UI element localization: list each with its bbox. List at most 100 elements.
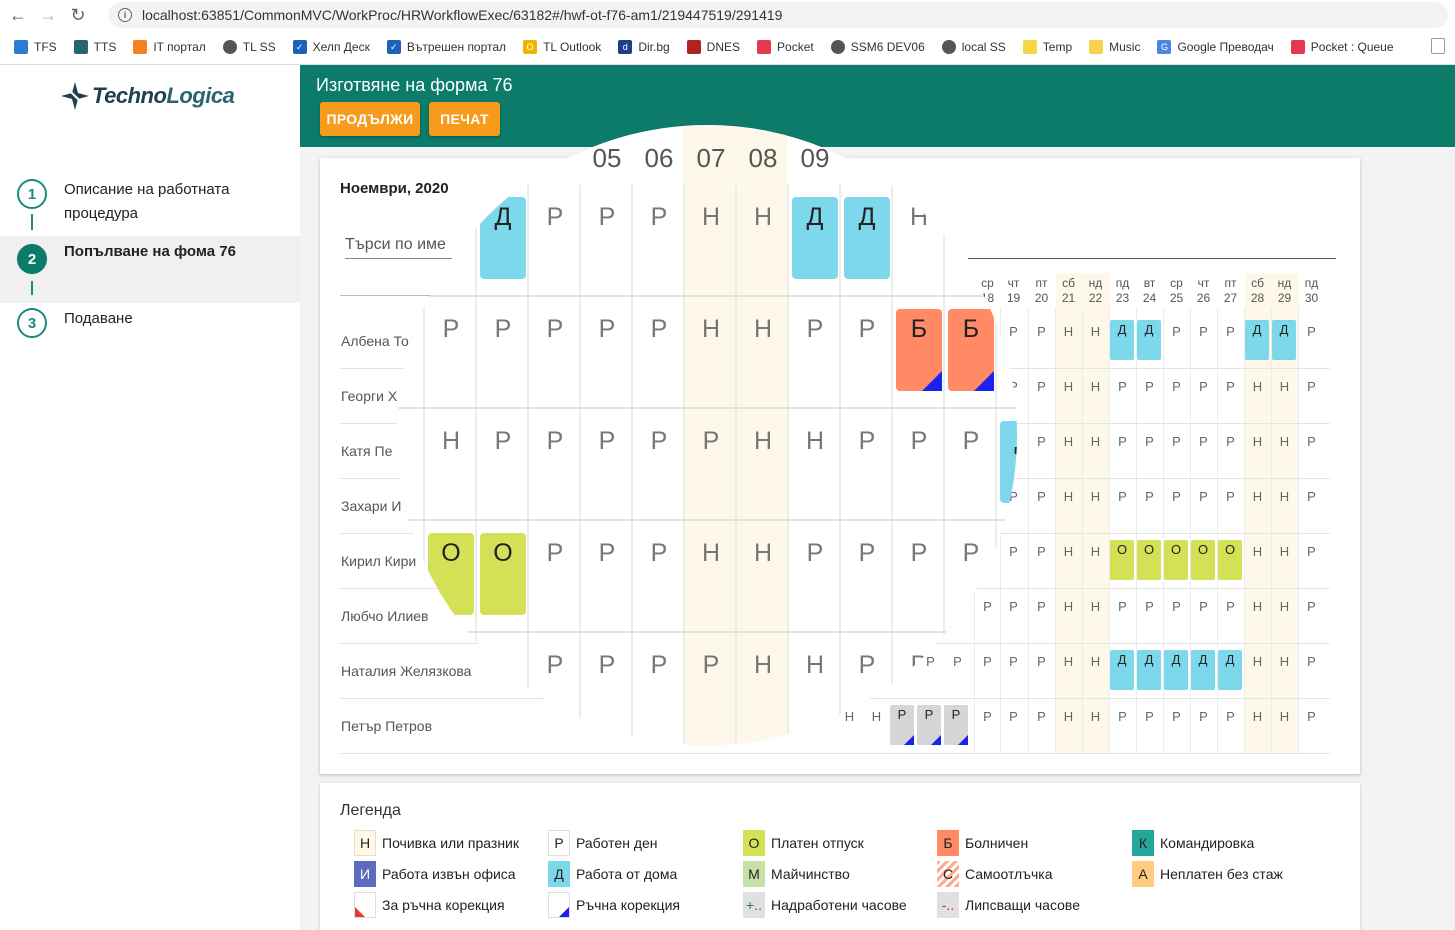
day-cell[interactable]: Р [581,427,633,456]
day-cell[interactable]: Н [863,709,890,724]
bookmark-item[interactable]: Pocket [757,40,814,54]
employee-name[interactable]: Петър Петров [341,718,432,734]
day-cell[interactable]: Р [1298,434,1325,449]
day-cell[interactable]: Р [1109,379,1136,394]
day-cell[interactable]: О [1218,540,1242,580]
day-cell[interactable]: Р [1217,324,1244,339]
bookmark-item[interactable]: d Dir.bg [618,40,670,54]
bookmark-item[interactable]: Pocket : Queue [1290,40,1394,54]
day-cell[interactable]: Р [1217,379,1244,394]
day-cell[interactable]: Р [1028,434,1055,449]
day-cell[interactable]: Р [1109,709,1136,724]
day-cell[interactable]: Р [1190,489,1217,504]
day-cell[interactable]: Р [529,539,581,568]
day-cell[interactable]: Р [1298,489,1325,504]
day-cell[interactable]: Р [529,203,581,232]
day-cell[interactable]: Р [1028,654,1055,669]
day-cell[interactable]: Н [789,427,841,456]
day-cell[interactable]: Р [633,315,685,344]
day-cell[interactable]: Н [1055,599,1082,614]
bookmark-item[interactable]: DNES [686,40,740,54]
day-cell[interactable]: Н [1055,544,1082,559]
day-cell[interactable]: Р [1298,709,1325,724]
day-cell[interactable]: Р [945,651,997,680]
day-cell[interactable]: Р [1136,489,1163,504]
bookmark-item[interactable]: TFS [14,40,57,54]
day-cell[interactable]: Р [1190,709,1217,724]
info-icon[interactable]: i [118,8,132,22]
day-cell[interactable]: Р [1217,434,1244,449]
day-cell[interactable]: Р [1028,489,1055,504]
day-cell[interactable]: Р [1190,324,1217,339]
day-cell[interactable]: Д [1164,650,1188,690]
day-cell[interactable]: Н [1244,599,1271,614]
day-cell[interactable]: Р [893,539,945,568]
day-cell[interactable]: Р [890,705,914,745]
day-cell[interactable]: Р [841,651,893,680]
day-cell[interactable]: Р [1136,599,1163,614]
day-cell[interactable]: Р [1028,599,1055,614]
day-cell[interactable]: Р [581,539,633,568]
day-cell[interactable]: Р [917,705,941,745]
day-cell[interactable]: Р [1298,654,1325,669]
day-cell[interactable]: Н [1271,544,1298,559]
day-cell[interactable]: Р [945,427,997,456]
day-cell[interactable]: Р [581,203,633,232]
day-cell[interactable]: Р [944,705,968,745]
day-cell[interactable]: Н [1271,434,1298,449]
employee-name[interactable]: Наталия Желязкова [341,663,471,679]
day-cell[interactable]: Д [1218,650,1242,690]
day-cell[interactable]: Р [529,427,581,456]
day-cell[interactable]: Р [685,651,737,680]
day-cell[interactable]: Н [1271,654,1298,669]
day-cell[interactable]: Р [893,427,945,456]
employee-name[interactable]: Кирил Кири [341,553,416,569]
day-cell[interactable]: Д [1000,421,1017,503]
day-cell[interactable]: Н [1244,434,1271,449]
bookmark-item[interactable]: IT портал [133,40,206,54]
day-cell[interactable]: Д [1191,650,1215,690]
day-cell[interactable]: Р [1217,489,1244,504]
bookmark-item[interactable]: G Google Преводач [1157,40,1274,54]
step-1[interactable]: 1 Описание на работната процедура [0,170,300,230]
day-cell[interactable]: Р [425,315,477,344]
day-cell[interactable]: Р [477,315,529,344]
day-cell[interactable]: Р [1136,379,1163,394]
day-cell[interactable]: Д [1110,650,1134,690]
bookmarks-overflow-icon[interactable] [1431,38,1445,54]
day-cell[interactable]: Р [633,427,685,456]
day-cell[interactable]: Р [1298,544,1325,559]
day-cell[interactable]: Н [1055,434,1082,449]
day-cell[interactable]: Р [581,651,633,680]
day-cell[interactable]: Н [1082,489,1109,504]
day-cell[interactable]: Н [789,651,841,680]
day-cell[interactable]: Н [1271,709,1298,724]
day-cell[interactable]: Р [1298,599,1325,614]
day-cell[interactable]: Р [1109,599,1136,614]
day-cell[interactable]: Р [841,539,893,568]
continue-button[interactable]: ПРОДЪЛЖИ [320,102,420,136]
day-cell[interactable]: Н [1082,709,1109,724]
bookmark-item[interactable]: O TL Outlook [523,40,601,54]
back-arrow-icon[interactable]: ← [6,3,30,27]
day-cell[interactable]: Р [1190,379,1217,394]
day-cell[interactable]: Н [1271,489,1298,504]
day-cell[interactable]: Р [1028,379,1055,394]
day-cell[interactable]: Р [633,539,685,568]
day-cell[interactable]: О [1191,540,1215,580]
day-cell[interactable]: Д [1137,320,1161,360]
day-cell[interactable]: Н [1082,324,1109,339]
day-cell[interactable]: Б [896,309,942,391]
day-cell[interactable]: Н [1271,379,1298,394]
day-cell[interactable]: Р [1000,544,1027,559]
day-cell[interactable]: Р [1163,379,1190,394]
day-cell[interactable]: Р [529,651,581,680]
day-cell[interactable]: Н [1271,599,1298,614]
day-cell[interactable]: О [1110,540,1134,580]
day-cell[interactable]: Р [1163,709,1190,724]
day-cell[interactable]: Д [844,197,890,279]
day-cell[interactable]: Н [737,651,789,680]
day-cell[interactable]: Н [737,203,789,232]
day-cell[interactable]: Р [1163,324,1190,339]
day-cell[interactable]: Р [529,315,581,344]
